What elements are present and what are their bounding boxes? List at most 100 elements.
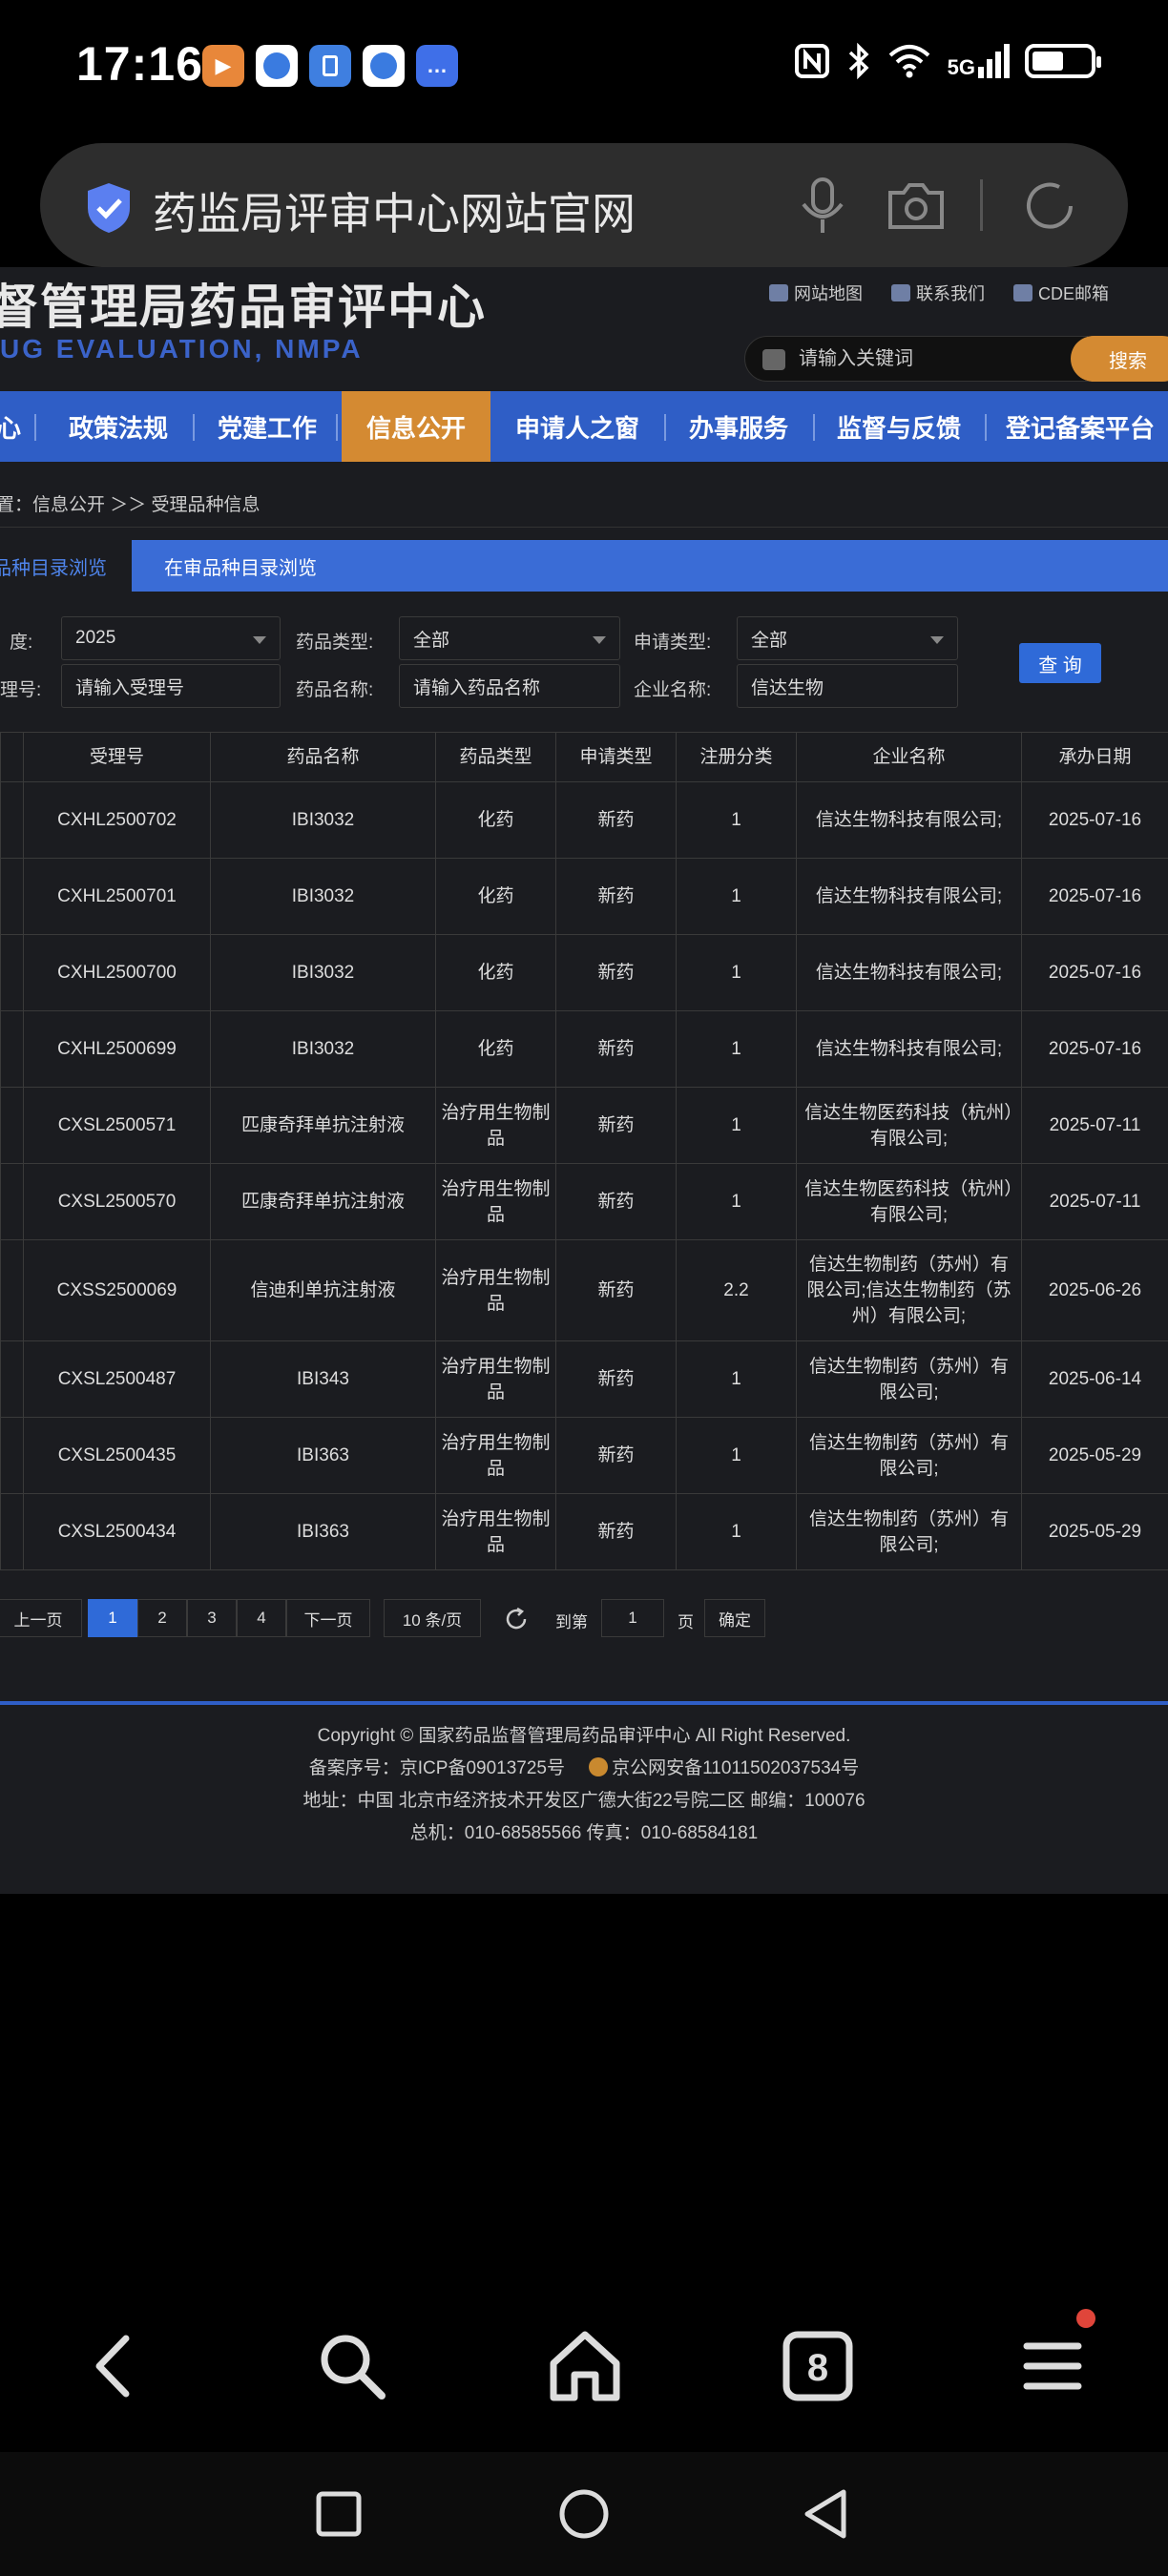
accept-no-placeholder: 请输入受理号	[75, 677, 185, 698]
table-header-cell[interactable]: 申请类型	[555, 732, 677, 782]
page-suffix: 页	[678, 1613, 694, 1631]
nav-item-services[interactable]: 办事服务	[674, 391, 803, 462]
drug-type-select[interactable]: 全部	[399, 616, 620, 660]
table-row[interactable]: CXSL2500570 匹康奇拜单抗注射液 治疗用生物制品 新药 1 信达生物医药科技（杭…	[0, 1163, 1168, 1240]
page-button-3[interactable]: 3	[187, 1599, 237, 1637]
nav-item-home[interactable]: 心	[0, 391, 25, 462]
svg-text:8: 8	[807, 2347, 828, 2389]
drug-type-value: 全部	[413, 630, 450, 651]
table-cell: 信达生物制药（苏州）有限公司;	[796, 1493, 1022, 1570]
site-search-box[interactable]	[744, 336, 1088, 382]
table-cell: 治疗用生物制品	[435, 1493, 556, 1570]
year-select[interactable]: 2025	[61, 616, 281, 660]
contact-icon	[891, 284, 910, 301]
footer-police-record[interactable]: 京公网安备11011502037534号	[612, 1758, 859, 1778]
mail-icon	[1013, 284, 1032, 301]
page-button-1[interactable]: 1	[88, 1599, 137, 1637]
refresh-icon[interactable]	[504, 1607, 529, 1631]
nfc-icon	[794, 44, 829, 78]
drug-name-input[interactable]: 请输入药品名称	[399, 664, 620, 708]
table-cell: 新药	[555, 934, 677, 1011]
tabs-icon[interactable]: 8	[775, 2323, 861, 2409]
table-cell	[0, 1493, 24, 1570]
page-button-4[interactable]: 4	[237, 1599, 286, 1637]
back-icon[interactable]	[71, 2323, 156, 2409]
contact-link[interactable]: 联系我们	[891, 280, 985, 305]
menu-icon[interactable]	[1010, 2323, 1095, 2409]
microphone-icon[interactable]	[794, 176, 851, 237]
table-header-cell[interactable]: 药品名称	[210, 732, 436, 782]
table-header-cell[interactable]: 承办日期	[1021, 732, 1168, 782]
table-row[interactable]: CXHL2500700 IBI3032 化药 新药 1 信达生物科技有限公司; 2025-0…	[0, 934, 1168, 1011]
drug-name-placeholder: 请输入药品名称	[413, 677, 541, 698]
table-cell: 治疗用生物制品	[435, 1340, 556, 1418]
search-button[interactable]: 搜索	[1071, 336, 1168, 382]
tab-catalog-browse[interactable]: 品种目录浏览	[0, 540, 132, 592]
webpage: 督管理局药品审评中心 UG EVALUATION, NMPA 网站地图 联系我们…	[0, 267, 1168, 1894]
table-cell: CXSL2500435	[23, 1417, 211, 1494]
site-map-link[interactable]: 网站地图	[769, 280, 863, 305]
page-button-2[interactable]: 2	[137, 1599, 187, 1637]
table-row[interactable]: CXHL2500699 IBI3032 化药 新药 1 信达生物科技有限公司; 2025-0…	[0, 1010, 1168, 1088]
table-cell: CXHL2500700	[23, 934, 211, 1011]
battery-icon	[1025, 44, 1101, 78]
footer-icp[interactable]: 备案序号：京ICP备09013725号	[309, 1758, 565, 1778]
goto-confirm-button[interactable]: 确定	[704, 1599, 765, 1637]
police-badge-icon	[589, 1757, 609, 1776]
nav-item-registration[interactable]: 登记备案平台	[996, 391, 1164, 462]
table-cell: 化药	[435, 1010, 556, 1088]
site-search-input[interactable]	[799, 344, 1075, 373]
next-page-button[interactable]: 下一页	[286, 1599, 370, 1637]
table-cell: 信达生物科技有限公司;	[796, 858, 1022, 935]
browser-address-bar[interactable]: 药监局评审中心网站官网	[40, 143, 1128, 267]
reload-icon[interactable]	[1021, 177, 1078, 235]
tab-under-review-browse[interactable]: 在审品种目录浏览	[164, 540, 317, 592]
camera-icon[interactable]	[885, 179, 948, 233]
table-header-cell[interactable]: 受理号	[23, 732, 211, 782]
company-input[interactable]: 信达生物	[737, 664, 958, 708]
table-row[interactable]: CXSL2500434 IBI363 治疗用生物制品 新药 1 信达生物制药（苏州）有限公…	[0, 1493, 1168, 1570]
table-cell: 1	[676, 1087, 797, 1164]
accept-no-input[interactable]: 请输入受理号	[61, 664, 281, 708]
apply-type-label: 申请类型:	[634, 633, 712, 653]
table-row[interactable]: CXSL2500571 匹康奇拜单抗注射液 治疗用生物制品 新药 1 信达生物医药科技（杭…	[0, 1087, 1168, 1164]
nav-separator	[985, 414, 987, 441]
search-icon[interactable]	[309, 2323, 395, 2409]
site-title[interactable]: 督管理局药品审评中心	[0, 269, 487, 338]
table-row[interactable]: CXHL2500701 IBI3032 化药 新药 1 信达生物科技有限公司; 2025-0…	[0, 858, 1168, 935]
table-header-cell[interactable]: 注册分类	[676, 732, 797, 782]
home-icon[interactable]	[542, 2323, 628, 2409]
year-label: 度:	[10, 633, 33, 653]
table-cell: 新药	[555, 1493, 677, 1570]
cde-mail-link[interactable]: CDE邮箱	[1013, 280, 1109, 305]
nav-item-applicant[interactable]: 申请人之窗	[496, 391, 658, 462]
table-header-cell[interactable]: 企业名称	[796, 732, 1022, 782]
browser-app-icon	[256, 45, 298, 87]
recents-icon[interactable]	[315, 2490, 363, 2538]
query-button[interactable]: 查 询	[1019, 643, 1101, 683]
page-size-select[interactable]: 10 条/页	[384, 1599, 481, 1637]
table-cell: 2025-07-11	[1021, 1163, 1168, 1240]
prev-page-button[interactable]: 上一页	[0, 1599, 82, 1637]
table-header-cell[interactable]: 药品类型	[435, 732, 556, 782]
goto-page-input[interactable]: 1	[601, 1599, 664, 1637]
table-cell: 1	[676, 934, 797, 1011]
apply-type-select[interactable]: 全部	[737, 616, 958, 660]
table-cell: 治疗用生物制品	[435, 1163, 556, 1240]
footer-divider	[0, 1701, 1168, 1705]
table-row[interactable]: CXSL2500435 IBI363 治疗用生物制品 新药 1 信达生物制药（苏州）有限公…	[0, 1417, 1168, 1494]
table-row[interactable]: CXHL2500702 IBI3032 化药 新药 1 信达生物科技有限公司; 2025-0…	[0, 781, 1168, 859]
table-cell: 新药	[555, 1340, 677, 1418]
home-circle-icon[interactable]	[558, 2488, 610, 2540]
nav-item-feedback[interactable]: 监督与反馈	[823, 391, 975, 462]
back-triangle-icon[interactable]	[802, 2488, 849, 2540]
nav-separator	[813, 414, 815, 441]
address-text[interactable]: 药监局评审中心网站官网	[153, 179, 636, 242]
nav-item-party[interactable]: 党建工作	[202, 391, 332, 462]
table-row[interactable]: CXSS2500069 信迪利单抗注射液 治疗用生物制品 新药 2.2 信达生物制药（苏州…	[0, 1239, 1168, 1341]
browser-toolbar: 8	[0, 2285, 1168, 2452]
table-row[interactable]: CXSL2500487 IBI343 治疗用生物制品 新药 1 信达生物制药（苏州）有限公…	[0, 1340, 1168, 1418]
table-cell: 2025-07-16	[1021, 934, 1168, 1011]
nav-item-policy[interactable]: 政策法规	[53, 391, 183, 462]
nav-item-info-public[interactable]: 信息公开	[342, 391, 490, 462]
